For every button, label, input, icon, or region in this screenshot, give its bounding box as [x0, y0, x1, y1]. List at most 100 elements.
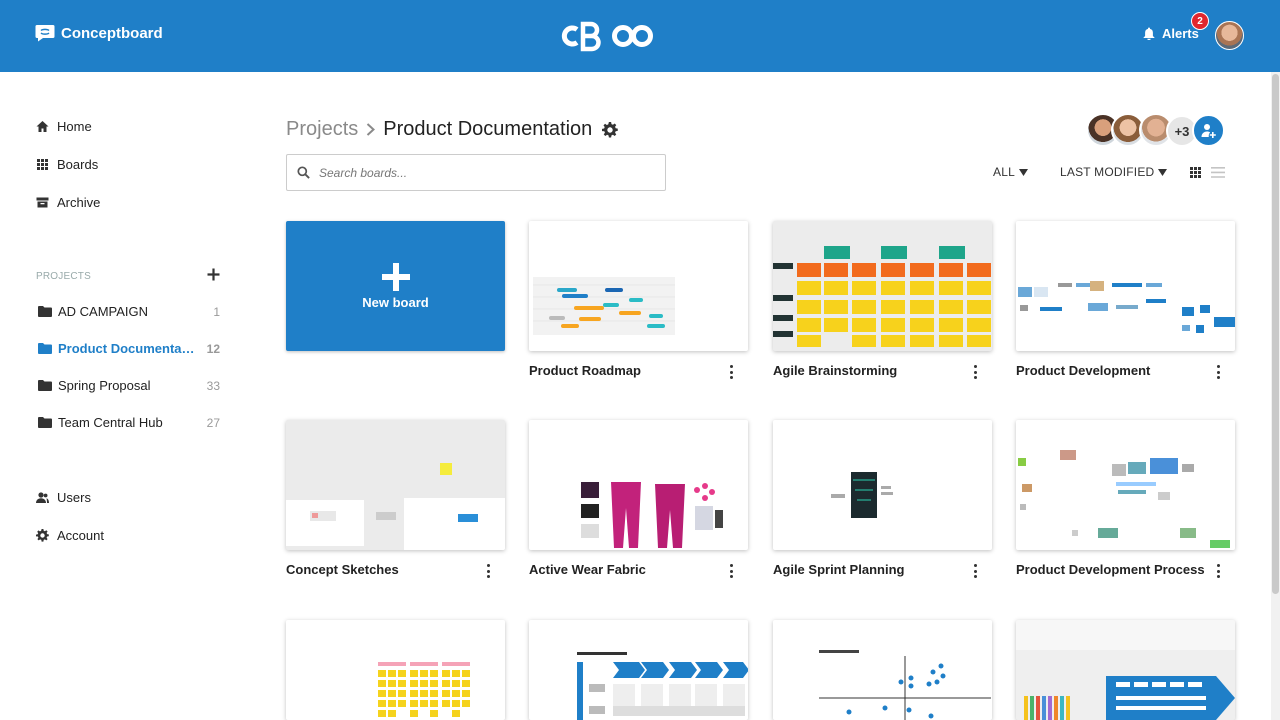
board-card[interactable]	[529, 620, 748, 720]
project-count: 1	[213, 304, 220, 319]
project-name: Team Central Hub	[58, 415, 163, 430]
board-thumbnail[interactable]	[773, 620, 992, 720]
board-title[interactable]: Agile Brainstorming	[773, 363, 897, 378]
folder-icon	[38, 380, 52, 391]
sidebar-item-label: Account	[57, 528, 104, 543]
filter-all-label: ALL	[993, 165, 1015, 179]
board-card[interactable]: Agile Sprint Planning	[773, 420, 992, 578]
board-card[interactable]: Product Development Process	[1016, 420, 1235, 578]
sidebar-item-label: Home	[57, 119, 92, 134]
board-card[interactable]	[1016, 620, 1235, 720]
board-thumbnail[interactable]	[286, 620, 505, 720]
alerts-count-badge: 2	[1191, 12, 1209, 30]
project-item-spring-proposal[interactable]: Spring Proposal 33	[38, 378, 220, 393]
folder-icon	[38, 417, 52, 428]
bell-icon	[1143, 27, 1155, 40]
new-board-label: New board	[362, 294, 429, 310]
board-thumbnail[interactable]	[773, 221, 992, 351]
caret-down-icon	[1158, 168, 1168, 176]
sidebar-item-boards[interactable]: Boards	[36, 157, 98, 172]
board-card[interactable]	[773, 620, 992, 720]
board-thumbnail[interactable]	[1016, 620, 1235, 720]
add-user-icon	[1201, 124, 1216, 138]
project-count: 12	[206, 341, 220, 356]
board-card[interactable]: Product Development	[1016, 221, 1235, 379]
sprint-planning-preview	[831, 472, 893, 518]
board-card[interactable]: Concept Sketches	[286, 420, 505, 578]
plus-icon	[381, 262, 410, 291]
search-icon	[297, 166, 310, 179]
board-thumbnail[interactable]	[529, 221, 748, 351]
sidebar-item-archive[interactable]: Archive	[36, 195, 100, 210]
board-menu-icon[interactable]	[487, 564, 491, 578]
add-member-button[interactable]	[1192, 114, 1225, 147]
sidebar-item-label: Users	[57, 490, 91, 505]
users-icon	[36, 492, 49, 503]
board-menu-icon[interactable]	[974, 564, 978, 578]
cb-logo-icon[interactable]	[561, 20, 661, 52]
add-project-icon[interactable]	[207, 268, 220, 281]
board-title[interactable]: Concept Sketches	[286, 562, 399, 577]
project-item-ad-campaign[interactable]: AD CAMPAIGN 1	[38, 304, 220, 319]
board-title[interactable]: Agile Sprint Planning	[773, 562, 904, 577]
list-view-icon[interactable]	[1211, 167, 1225, 178]
board-card[interactable]: Agile Brainstorming	[773, 221, 992, 379]
project-name: Spring Proposal	[58, 378, 151, 393]
board-title[interactable]: Product Development Process	[1016, 562, 1205, 577]
board-thumbnail[interactable]	[286, 420, 505, 550]
sidebar-item-users[interactable]: Users	[36, 490, 91, 505]
project-item-product-documentation[interactable]: Product Documentation 12	[38, 341, 220, 356]
sidebar-item-home[interactable]: Home	[36, 119, 92, 134]
grid-icon	[37, 159, 48, 170]
project-settings-gear-icon[interactable]	[602, 121, 619, 138]
board-menu-icon[interactable]	[730, 564, 734, 578]
board-thumbnail[interactable]	[529, 420, 748, 550]
user-avatar[interactable]	[1215, 21, 1244, 50]
board-thumbnail[interactable]	[1016, 420, 1235, 550]
filter-all-dropdown[interactable]: ALL	[993, 165, 1028, 179]
board-title[interactable]: Active Wear Fabric	[529, 562, 646, 577]
roadmap-preview	[533, 277, 675, 335]
sidebar-item-label: Boards	[57, 157, 99, 172]
board-card[interactable]	[286, 620, 505, 720]
brand-name: Conceptboard	[61, 24, 163, 42]
scrollbar-thumb[interactable]	[1272, 74, 1279, 594]
project-name: Product Documentation	[58, 341, 199, 356]
search-box	[286, 154, 666, 191]
board-title[interactable]: Product Roadmap	[529, 363, 641, 378]
board-thumbnail[interactable]	[529, 620, 748, 720]
brand[interactable]: Conceptboard	[35, 24, 163, 42]
board-title[interactable]: Product Development	[1016, 363, 1150, 378]
project-item-team-central-hub[interactable]: Team Central Hub 27	[38, 415, 220, 430]
top-bar: Conceptboard Alerts 2	[0, 0, 1280, 72]
research-preview	[577, 652, 748, 720]
board-thumbnail[interactable]	[773, 420, 992, 550]
home-icon	[36, 121, 49, 132]
board-menu-icon[interactable]	[974, 365, 978, 379]
brainstorm-preview	[773, 246, 991, 347]
projects-heading: PROJECTS	[36, 271, 91, 282]
grid-view-icon[interactable]	[1190, 167, 1201, 178]
breadcrumb-projects-link[interactable]: Projects	[286, 118, 358, 141]
alerts-button[interactable]: Alerts	[1143, 26, 1199, 41]
product-dev-process-preview	[1018, 450, 1230, 548]
product-dev-preview	[1018, 281, 1235, 333]
board-thumbnail[interactable]	[1016, 221, 1235, 351]
sticky-notes-preview	[378, 662, 470, 717]
sidebar-item-account[interactable]: Account	[36, 528, 104, 543]
gear-icon	[36, 529, 49, 542]
folder-icon	[38, 306, 52, 317]
board-menu-icon[interactable]	[1217, 365, 1221, 379]
board-menu-icon[interactable]	[1217, 564, 1221, 578]
sort-dropdown[interactable]: LAST MODIFIED	[1060, 165, 1168, 179]
page-title: Product Documentation	[383, 118, 593, 140]
board-card[interactable]: Product Roadmap	[529, 221, 748, 379]
concept-sketches-preview	[286, 463, 505, 550]
alerts-label: Alerts	[1162, 26, 1199, 41]
search-input[interactable]	[319, 165, 639, 180]
sort-label: LAST MODIFIED	[1060, 165, 1155, 179]
board-card[interactable]: Active Wear Fabric	[529, 420, 748, 578]
conceptboard-logo-icon	[35, 25, 55, 42]
board-menu-icon[interactable]	[730, 365, 734, 379]
new-board-button[interactable]: New board	[286, 221, 505, 351]
